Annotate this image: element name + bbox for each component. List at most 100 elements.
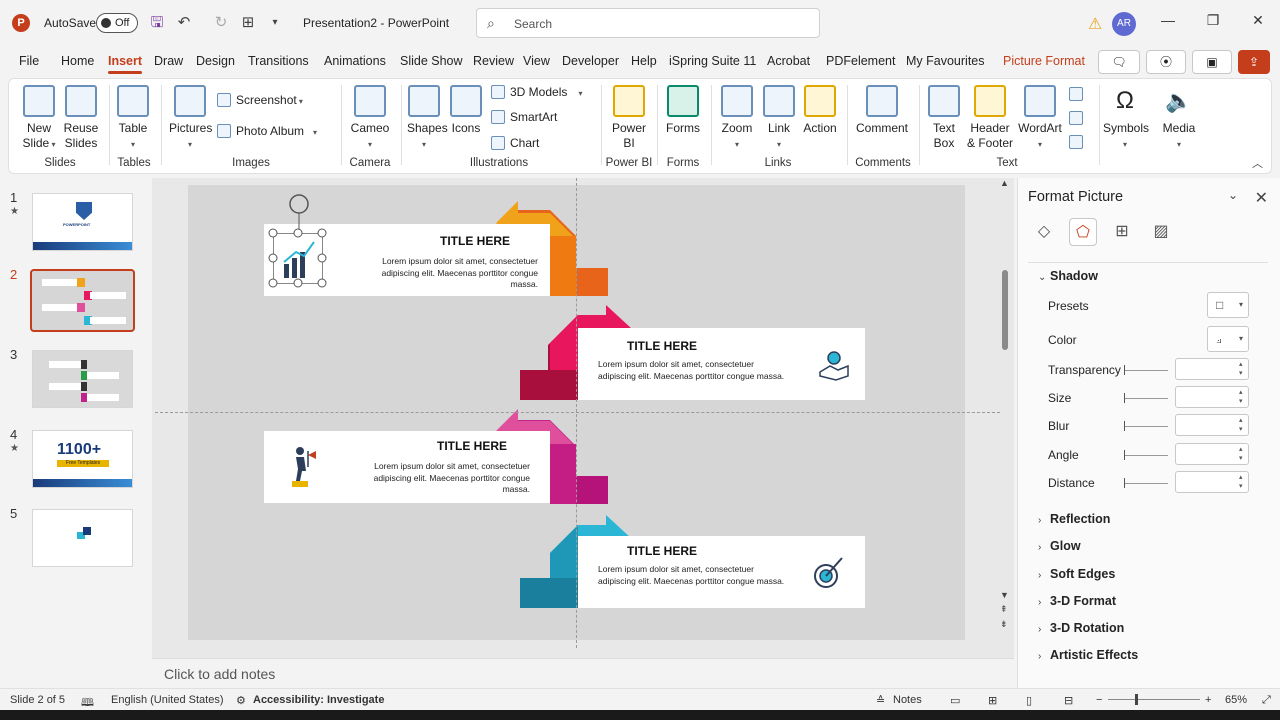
effects-pentagon-icon[interactable]: ⬠ (1069, 218, 1097, 246)
notes-icon[interactable]: ≙ (876, 694, 885, 707)
photo-album-button[interactable]: Photo Album ▾ (217, 124, 317, 138)
selected-growth-chart-icon[interactable] (273, 233, 323, 284)
tab-animations[interactable]: Animations (324, 54, 386, 68)
notes-pane[interactable]: Click to add notes (152, 658, 1014, 688)
zoom-button[interactable]: Zoom ▾ (717, 85, 757, 152)
icons-button[interactable]: Icons (449, 85, 483, 136)
slide-thumbnail-5[interactable] (32, 509, 133, 567)
vertical-scrollbar[interactable]: ▲ ▼ ⇞ ⇟ (998, 178, 1012, 638)
accessibility-icon[interactable]: ⚙ (236, 694, 246, 707)
accessibility-status[interactable]: Accessibility: Investigate (253, 694, 384, 706)
slide-thumbnail-1[interactable]: POWERPOINT (32, 193, 133, 251)
pane-close-icon[interactable]: ✕ (1255, 188, 1268, 208)
autosave-toggle[interactable]: Off (96, 13, 138, 33)
save-icon[interactable]: 🖫 (147, 13, 167, 33)
tab-view[interactable]: View (523, 54, 550, 68)
3d-models-button[interactable]: 3D Models ▾ (491, 85, 583, 99)
tab-my-favourites[interactable]: My Favourites (906, 54, 985, 68)
warning-icon[interactable]: ⚠ (1088, 14, 1102, 34)
media-button[interactable]: 🔈 Media ▾ (1157, 85, 1201, 152)
smartart-button[interactable]: SmartArt (491, 110, 557, 124)
header-footer-button[interactable]: Header & Footer (965, 85, 1015, 151)
picture-icon[interactable]: ▨ (1147, 218, 1175, 246)
zoom-level[interactable]: 65% (1225, 694, 1247, 706)
angle-input[interactable] (1175, 443, 1249, 465)
step-card-3[interactable]: TITLE HERE Lorem ipsum dolor sit amet, c… (264, 431, 550, 503)
cameo-button[interactable]: Cameo ▾ (347, 85, 393, 152)
3d-rotation-section-header[interactable]: › 3-D Rotation (1038, 621, 1124, 635)
step-card-2[interactable]: TITLE HERE Lorem ipsum dolor sit amet, c… (578, 328, 865, 400)
step-card-1[interactable]: TITLE HERE Lorem ipsum dolor sit amet, c… (264, 224, 550, 296)
transparency-slider[interactable] (1124, 365, 1168, 375)
reflection-section-header[interactable]: › Reflection (1038, 512, 1110, 526)
pictures-button[interactable]: Pictures ▾ (169, 85, 212, 152)
size-input[interactable] (1175, 386, 1249, 408)
undo-icon[interactable]: ↶ (174, 13, 194, 33)
search-box[interactable]: ⌕ Search (476, 8, 820, 38)
tab-help[interactable]: Help (631, 54, 657, 68)
power-bi-button[interactable]: Power BI (609, 85, 649, 151)
tab-review[interactable]: Review (473, 54, 514, 68)
blur-slider[interactable] (1124, 421, 1168, 431)
customize-toolbar-icon[interactable]: ▾ (265, 13, 285, 33)
presets-dropdown[interactable]: □ ▾ (1207, 292, 1249, 318)
blur-input[interactable] (1175, 414, 1249, 436)
slideshow-icon[interactable]: ⊟ (1064, 694, 1073, 707)
wordart-button[interactable]: WordArt ▾ (1017, 85, 1063, 152)
slide-thumbnail-2[interactable] (30, 269, 135, 332)
transparency-input[interactable] (1175, 358, 1249, 380)
soft-edges-section-header[interactable]: › Soft Edges (1038, 567, 1115, 581)
angle-slider[interactable] (1124, 450, 1168, 460)
size-slider[interactable] (1124, 393, 1168, 403)
slide-thumbnail-4[interactable]: 1100+ Free Templates (32, 430, 133, 488)
action-button[interactable]: Action (801, 85, 839, 136)
comments-button[interactable]: 🗨 (1098, 50, 1140, 74)
comment-button[interactable]: Comment (855, 85, 909, 136)
link-button[interactable]: Link ▾ (761, 85, 797, 152)
slide-thumbnail-3[interactable] (32, 350, 133, 408)
glow-section-header[interactable]: › Glow (1038, 539, 1081, 553)
color-dropdown[interactable]: ⟓ ▾ (1207, 326, 1249, 352)
zoom-out-icon[interactable]: − (1096, 694, 1102, 706)
artistic-effects-section-header[interactable]: › Artistic Effects (1038, 648, 1138, 662)
tab-acrobat[interactable]: Acrobat (767, 54, 810, 68)
tab-slide-show[interactable]: Slide Show (400, 54, 463, 68)
shapes-button[interactable]: Shapes ▾ (407, 85, 448, 152)
symbols-button[interactable]: Ω Symbols ▾ (1103, 85, 1149, 152)
pane-options-chevron-icon[interactable]: ⌄ (1228, 188, 1238, 202)
slide-sorter-icon[interactable]: ⊞ (988, 694, 997, 707)
teams-button[interactable]: ▣ (1192, 50, 1232, 74)
reading-view-icon[interactable]: ▯ (1026, 694, 1032, 707)
screenshot-button[interactable]: Screenshot ▾ (217, 93, 303, 107)
date-time-button[interactable] (1069, 87, 1088, 101)
new-slide-button[interactable]: New Slide ▾ (19, 85, 59, 152)
avatar[interactable]: AR (1112, 12, 1136, 36)
close-icon[interactable]: ✕ (1248, 12, 1268, 29)
tab-pdfelement[interactable]: PDFelement (826, 54, 895, 68)
record-button[interactable]: ⦿ (1146, 50, 1186, 74)
present-icon[interactable]: ⊞ (238, 13, 258, 33)
size-properties-icon[interactable]: ⊞ (1108, 218, 1136, 246)
tab-developer[interactable]: Developer (562, 54, 619, 68)
slide-number-button[interactable] (1069, 111, 1088, 125)
tab-insert[interactable]: Insert (108, 54, 143, 74)
fit-to-window-icon[interactable]: ⤢ (1262, 694, 1271, 707)
zoom-slider[interactable] (1108, 699, 1200, 700)
tab-ispring[interactable]: iSpring Suite 11 (669, 54, 756, 68)
normal-view-icon[interactable]: ▭ (950, 694, 960, 707)
zoom-in-icon[interactable]: + (1205, 694, 1211, 706)
slide-count[interactable]: Slide 2 of 5 (10, 694, 65, 706)
scroll-down-icon[interactable]: ▼ (1000, 590, 1009, 600)
previous-slide-icon[interactable]: ⇞ (1000, 604, 1008, 615)
distance-slider[interactable] (1124, 478, 1168, 488)
redo-icon[interactable]: ↻ (211, 13, 231, 33)
reuse-slides-button[interactable]: Reuse Slides (61, 85, 101, 151)
fill-line-icon[interactable]: ◇ (1030, 218, 1058, 246)
step-card-4[interactable]: TITLE HERE Lorem ipsum dolor sit amet, c… (578, 536, 865, 608)
tab-file[interactable]: File (19, 54, 39, 68)
tab-draw[interactable]: Draw (154, 54, 183, 68)
scrollbar-thumb[interactable] (1002, 270, 1008, 350)
collapse-ribbon-icon[interactable]: ︿ (1252, 155, 1263, 171)
3d-format-section-header[interactable]: › 3-D Format (1038, 594, 1116, 608)
zoom-slider-thumb[interactable] (1135, 694, 1138, 705)
